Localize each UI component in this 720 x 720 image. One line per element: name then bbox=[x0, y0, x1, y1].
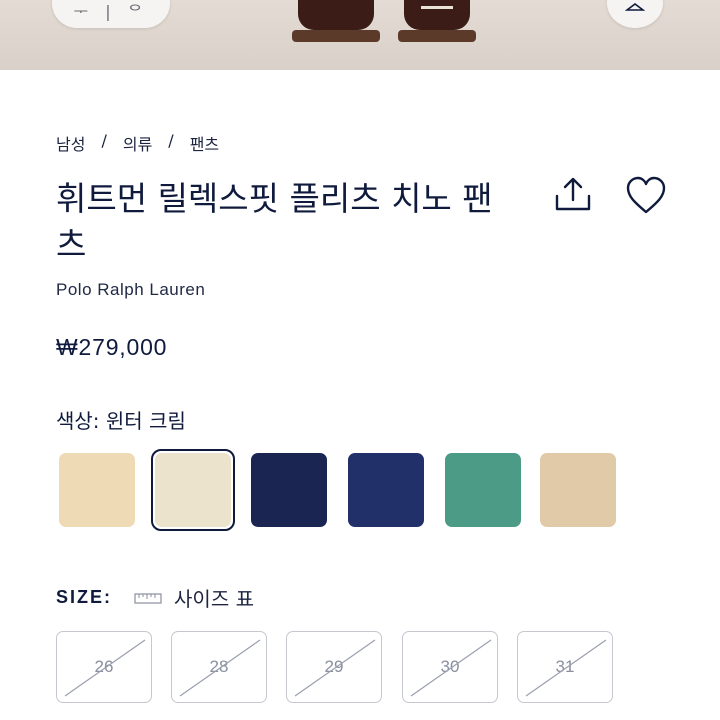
image-nav-glyph: ᅮ | ᄋ bbox=[73, 2, 149, 21]
size-option[interactable]: 29 bbox=[286, 631, 382, 703]
size-label: SIZE: bbox=[56, 587, 113, 607]
ruler-icon[interactable] bbox=[134, 591, 162, 605]
color-swatch[interactable] bbox=[59, 453, 135, 527]
strike-line bbox=[179, 639, 261, 697]
size-option[interactable]: 30 bbox=[402, 631, 498, 703]
strike-line bbox=[64, 639, 146, 697]
strike-line bbox=[294, 639, 376, 697]
hanger-icon bbox=[625, 3, 645, 11]
breadcrumb-item-pants[interactable]: 팬츠 bbox=[190, 131, 219, 155]
color-swatch[interactable] bbox=[445, 453, 521, 527]
shoe-left bbox=[292, 0, 380, 42]
breadcrumb: 남성 / 의류 / 팬츠 bbox=[56, 131, 219, 155]
size-chart-link[interactable]: 사이즈 표 bbox=[174, 583, 254, 612]
size-header: SIZE: 사이즈 표 bbox=[56, 583, 254, 612]
hanger-button[interactable] bbox=[607, 0, 663, 28]
size-option[interactable]: 31 bbox=[517, 631, 613, 703]
product-title: 휘트먼 릴렉스핏 플리츠 치노 팬츠 bbox=[56, 179, 493, 264]
breadcrumb-item-clothing[interactable]: 의류 bbox=[123, 131, 152, 155]
product-image[interactable]: ᅮ | ᄋ bbox=[0, 0, 720, 70]
breadcrumb-item-men[interactable]: 남성 bbox=[56, 131, 85, 155]
breadcrumb-separator: / bbox=[168, 131, 174, 150]
breadcrumb-separator: / bbox=[101, 131, 107, 150]
color-swatch[interactable] bbox=[251, 453, 327, 527]
strike-line bbox=[525, 639, 607, 697]
wishlist-button[interactable] bbox=[624, 175, 668, 217]
size-option[interactable]: 26 bbox=[56, 631, 152, 703]
heart-icon bbox=[626, 176, 666, 214]
share-button[interactable] bbox=[553, 176, 593, 216]
color-label: 색상: 윈터 크림 bbox=[56, 409, 186, 433]
color-swatch[interactable] bbox=[155, 453, 231, 527]
size-option[interactable]: 28 bbox=[171, 631, 267, 703]
color-swatch[interactable] bbox=[540, 453, 616, 527]
image-nav-pill[interactable]: ᅮ | ᄋ bbox=[52, 0, 170, 28]
share-icon bbox=[555, 177, 591, 211]
product-price: ₩279,000 bbox=[56, 334, 168, 360]
brand-name[interactable]: Polo Ralph Lauren bbox=[56, 280, 205, 300]
strike-line bbox=[410, 639, 492, 697]
color-swatch[interactable] bbox=[348, 453, 424, 527]
shoe-right bbox=[398, 0, 476, 42]
